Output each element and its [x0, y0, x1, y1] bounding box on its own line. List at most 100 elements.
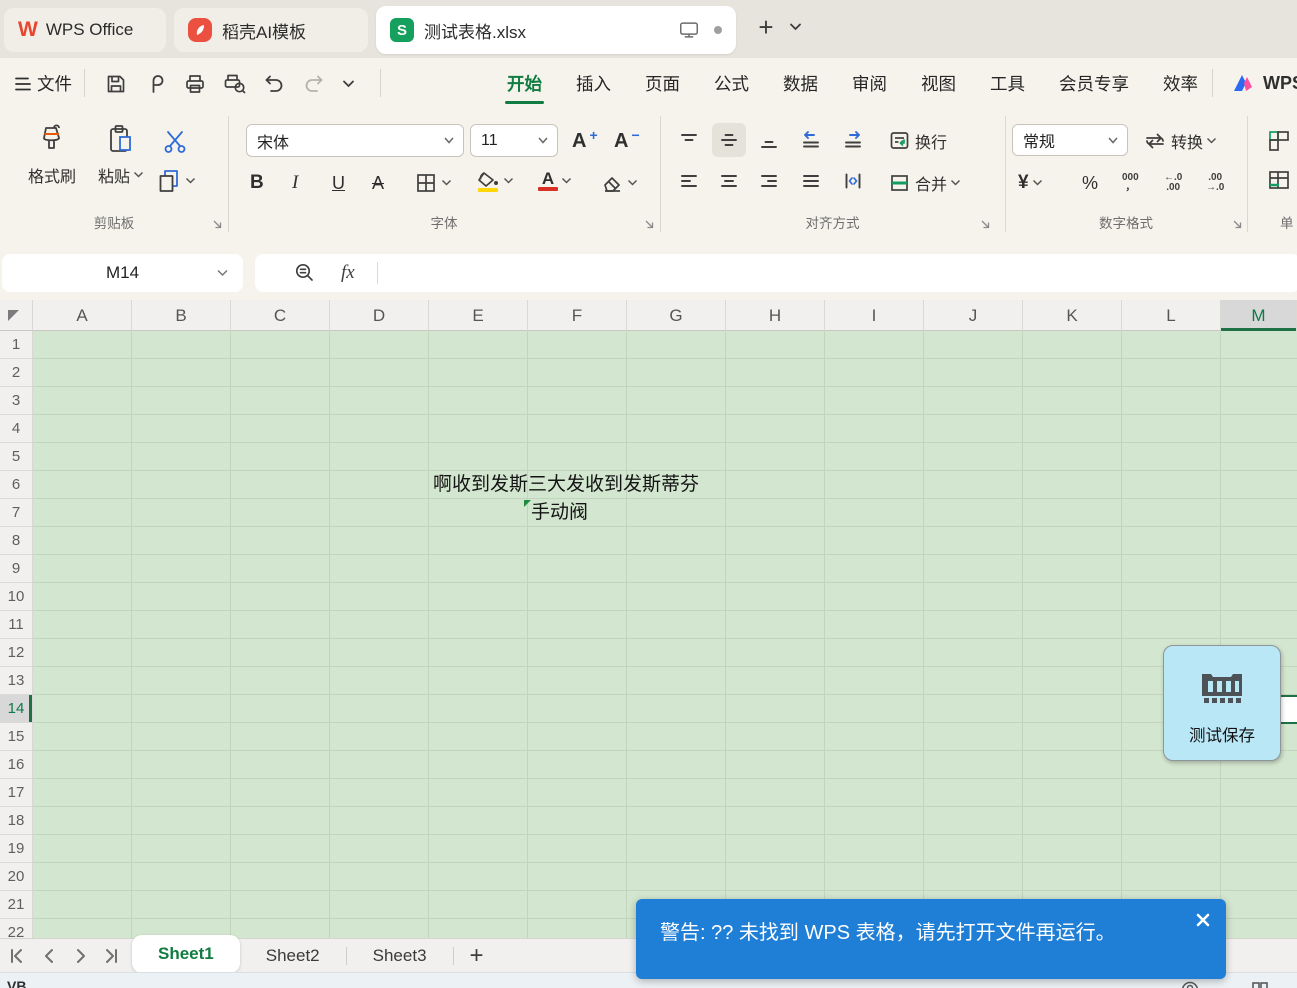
row-header-7[interactable]: 7	[0, 499, 33, 527]
align-top-button[interactable]	[678, 130, 700, 152]
decrease-decimal-button[interactable]: ←.0.00	[1164, 166, 1182, 200]
number-group-expand-icon[interactable]	[1232, 219, 1243, 230]
format-painter-button[interactable]: 格式刷	[20, 122, 84, 187]
cell-insert-icon-partial[interactable]	[1266, 128, 1292, 154]
formula-search-icon[interactable]	[293, 261, 317, 285]
align-left-button[interactable]	[678, 170, 700, 192]
thousands-separator-button[interactable]: 000，	[1122, 166, 1139, 200]
wrap-text-button[interactable]: 换行	[888, 124, 947, 158]
column-header-B[interactable]: B	[132, 300, 231, 331]
app-tab-wps-office[interactable]: W WPS Office	[4, 8, 166, 52]
menu-tab-效率[interactable]: 效率	[1161, 58, 1200, 109]
fill-color-button[interactable]	[476, 164, 514, 198]
bold-button[interactable]: B	[250, 166, 264, 200]
row-header-22[interactable]: 22	[0, 919, 33, 938]
name-box[interactable]: M14	[2, 254, 243, 292]
row-header-5[interactable]: 5	[0, 443, 33, 471]
align-middle-button-selected[interactable]	[712, 123, 746, 157]
cell-text-f7[interactable]: 手动阀	[531, 499, 588, 527]
column-header-D[interactable]: D	[330, 300, 429, 331]
decrease-indent-button[interactable]	[800, 128, 822, 150]
row-header-18[interactable]: 18	[0, 807, 33, 835]
quick-toolbar-chevron-icon[interactable]	[342, 79, 355, 89]
save-icon[interactable]	[104, 72, 128, 96]
add-sheet-button[interactable]: +	[454, 940, 500, 972]
row-header-17[interactable]: 17	[0, 779, 33, 807]
increase-font-size-button[interactable]: A +	[572, 124, 598, 158]
monitor-icon[interactable]	[678, 19, 700, 41]
print-icon[interactable]	[183, 72, 207, 96]
menu-tab-插入[interactable]: 插入	[574, 58, 613, 109]
align-center-button[interactable]	[718, 170, 740, 192]
menu-tab-会员专享[interactable]: 会员专享	[1057, 58, 1131, 109]
column-header-K[interactable]: K	[1023, 300, 1122, 331]
strikethrough-button[interactable]: A	[372, 166, 384, 200]
cell-text-e6[interactable]: 啊收到发斯三大发收到发斯蒂芬	[433, 471, 699, 499]
currency-format-button[interactable]: ¥	[1018, 166, 1043, 200]
undo-icon[interactable]	[262, 72, 286, 96]
export-pdf-icon[interactable]	[144, 72, 168, 96]
italic-button[interactable]: I	[292, 166, 298, 200]
row-header-4[interactable]: 4	[0, 415, 33, 443]
close-icon[interactable]	[1194, 911, 1212, 929]
row-header-11[interactable]: 11	[0, 611, 33, 639]
new-tab-button[interactable]: +	[750, 12, 782, 44]
sheet-tab-Sheet2[interactable]: Sheet2	[240, 939, 346, 973]
row-column-icon-partial[interactable]	[1266, 168, 1292, 194]
align-right-button[interactable]	[758, 170, 780, 192]
font-size-select[interactable]: 11	[470, 124, 558, 157]
row-header-21[interactable]: 21	[0, 891, 33, 919]
status-user-icon-partial[interactable]	[1180, 980, 1200, 988]
sheet-tab-Sheet1[interactable]: Sheet1	[132, 934, 240, 973]
row-header-15[interactable]: 15	[0, 723, 33, 751]
column-header-L[interactable]: L	[1122, 300, 1221, 331]
menu-tab-工具[interactable]: 工具	[988, 58, 1027, 109]
row-header-10[interactable]: 10	[0, 583, 33, 611]
file-menu-button[interactable]: 文件	[37, 71, 72, 96]
menu-tab-页面[interactable]: 页面	[643, 58, 682, 109]
print-preview-icon[interactable]	[222, 72, 248, 96]
row-header-16[interactable]: 16	[0, 751, 33, 779]
document-tab-active[interactable]: S 测试表格.xlsx	[376, 6, 736, 54]
column-header-G[interactable]: G	[627, 300, 726, 331]
increase-decimal-button[interactable]: .00 →.0	[1206, 166, 1224, 200]
borders-button[interactable]	[414, 166, 452, 200]
font-group-expand-icon[interactable]	[644, 219, 655, 230]
app-tab-docer-templates[interactable]: 稻壳AI模板	[174, 8, 368, 52]
row-header-3[interactable]: 3	[0, 387, 33, 415]
previous-sheet-button[interactable]	[40, 947, 58, 965]
formula-bar[interactable]: fx	[255, 254, 1297, 292]
column-header-E[interactable]: E	[429, 300, 528, 331]
row-header-20[interactable]: 20	[0, 863, 33, 891]
cut-icon[interactable]	[160, 128, 190, 156]
column-header-F[interactable]: F	[528, 300, 627, 331]
menu-tab-数据[interactable]: 数据	[781, 58, 820, 109]
menu-tab-开始[interactable]: 开始	[505, 58, 544, 109]
column-header-J[interactable]: J	[924, 300, 1023, 331]
hamburger-menu-icon[interactable]	[12, 73, 34, 95]
paste-button[interactable]: 粘贴	[92, 122, 150, 187]
underline-button[interactable]: U	[332, 166, 345, 200]
merge-cells-button[interactable]: 合并	[888, 166, 961, 200]
column-header-I[interactable]: I	[825, 300, 924, 331]
row-header-13[interactable]: 13	[0, 667, 33, 695]
decrease-font-size-button[interactable]: A −	[614, 124, 640, 158]
number-format-select[interactable]: 常规	[1012, 124, 1128, 156]
row-header-19[interactable]: 19	[0, 835, 33, 863]
sheet-tab-Sheet3[interactable]: Sheet3	[347, 939, 453, 973]
column-header-C[interactable]: C	[231, 300, 330, 331]
convert-button[interactable]: 转换	[1142, 124, 1217, 158]
row-header-8[interactable]: 8	[0, 527, 33, 555]
select-all-corner[interactable]	[0, 300, 33, 331]
increase-indent-button[interactable]	[842, 128, 864, 150]
row-header-1[interactable]: 1	[0, 331, 33, 359]
menu-tab-审阅[interactable]: 审阅	[850, 58, 889, 109]
text-orientation-button[interactable]	[842, 170, 864, 192]
row-header-9[interactable]: 9	[0, 555, 33, 583]
next-sheet-button[interactable]	[72, 947, 90, 965]
status-grid-view-icon-partial[interactable]	[1250, 980, 1270, 988]
clear-format-button[interactable]	[600, 166, 638, 200]
copy-button[interactable]	[156, 164, 196, 198]
font-name-select[interactable]: 宋体	[246, 124, 464, 157]
clipboard-group-expand-icon[interactable]	[212, 219, 223, 230]
